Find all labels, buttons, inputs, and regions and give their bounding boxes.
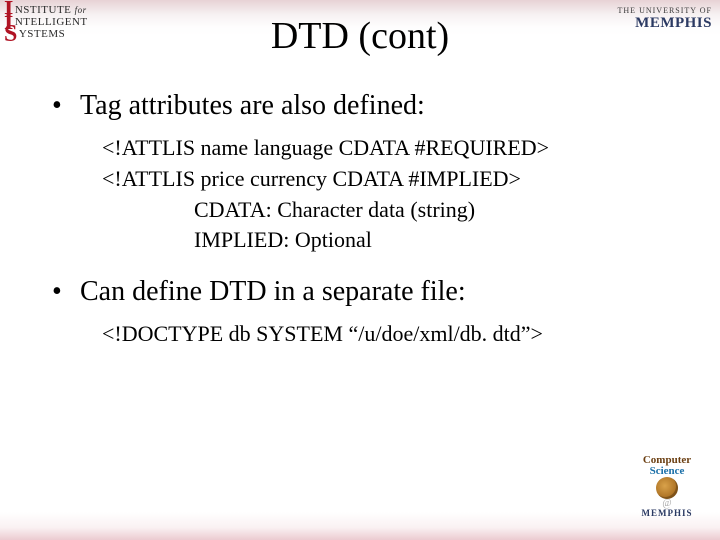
code-line: CDATA: Character data (string)	[102, 195, 680, 226]
code-line: <!ATTLIS price currency CDATA #IMPLIED>	[102, 164, 680, 195]
footer-memphis-logo: ComputerScience @ MEMPHIS	[624, 455, 710, 518]
bullet-1: Tag attributes are also defined:	[52, 88, 680, 123]
slide-title: DTD (cont)	[0, 14, 720, 58]
content-list: Tag attributes are also defined: <!ATTLI…	[52, 88, 680, 368]
code-line: IMPLIED: Optional	[102, 225, 680, 256]
bullet-2: Can define DTD in a separate file:	[52, 274, 680, 309]
code-block-2: <!DOCTYPE db SYSTEM “/u/doe/xml/db. dtd”…	[102, 319, 680, 350]
tiger-icon	[656, 477, 678, 499]
code-block-1: <!ATTLIS name language CDATA #REQUIRED> …	[102, 133, 680, 256]
code-line: <!ATTLIS name language CDATA #REQUIRED>	[102, 133, 680, 164]
code-line: <!DOCTYPE db SYSTEM “/u/doe/xml/db. dtd”…	[102, 319, 680, 350]
bottom-gradient	[0, 512, 720, 540]
